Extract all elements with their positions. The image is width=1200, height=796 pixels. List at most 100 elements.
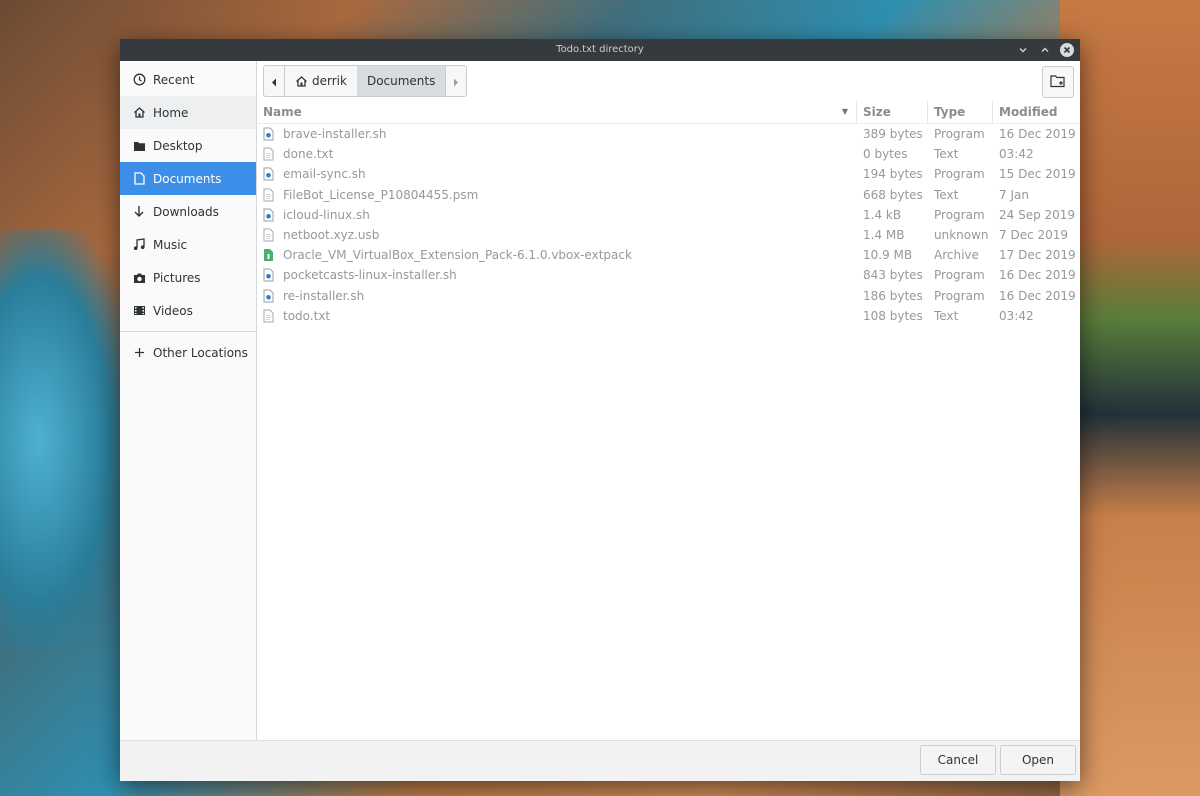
sidebar-divider [120,331,256,332]
file-type: Program [934,167,985,182]
sidebar-item-recent[interactable]: Recent [120,63,256,96]
breadcrumb: derrik Documents [263,65,468,97]
sidebar-item-label: Documents [153,171,222,186]
sidebar-item-home[interactable]: Home [120,96,256,129]
titlebar: Todo.txt directory [120,39,1080,61]
file-name: brave-installer.sh [283,127,387,142]
file-modified: 16 Dec 2019 [999,268,1076,283]
plus-icon [132,346,146,360]
file-name: re-installer.sh [283,288,365,303]
file-name-cell: done.txt [257,147,857,161]
table-row[interactable]: icloud-linux.sh 1.4 kB Program 24 Sep 2019 [257,205,1080,225]
file-name-cell: Oracle_VM_VirtualBox_Extension_Pack-6.1.… [257,248,857,262]
script-icon [263,208,275,222]
column-header-type[interactable]: Type [928,101,993,123]
breadcrumb-label: derrik [312,74,347,88]
file-size: 668 bytes [863,187,923,202]
file-type: Text [934,187,959,202]
maximize-icon[interactable] [1038,43,1052,57]
file-size: 0 bytes [863,147,908,162]
film-icon [132,304,146,318]
column-label: Name [263,105,302,119]
file-name: FileBot_License_P10804455.psm [283,187,479,202]
text-file-icon [263,309,275,323]
wallpaper-water [0,230,130,650]
file-name-cell: brave-installer.sh [257,127,857,141]
sort-down-icon: ▼ [841,107,848,116]
sidebar-item-desktop[interactable]: Desktop [120,129,256,162]
sidebar-item-other-locations[interactable]: Other Locations [120,336,256,369]
file-size: 1.4 kB [863,207,902,222]
camera-icon [132,271,146,285]
file-modified: 24 Sep 2019 [999,207,1076,222]
file-name: email-sync.sh [283,167,366,182]
places-sidebar: Recent Home Desktop Documents Downloads … [120,61,257,741]
table-row[interactable]: todo.txt 108 bytes Text 03:42 [257,306,1080,326]
new-folder-button[interactable] [1042,66,1074,98]
column-header-modified[interactable]: Modified [993,101,1079,123]
table-row[interactable]: pocketcasts-linux-installer.sh 843 bytes P… [257,265,1080,285]
window-controls [1016,39,1074,61]
minimize-icon[interactable] [1016,43,1030,57]
sidebar-item-documents[interactable]: Documents [120,162,256,195]
table-header: Name ▼ Size Type Modified [257,101,1080,124]
path-forward-button[interactable] [445,66,466,96]
column-header-name[interactable]: Name ▼ [257,101,857,123]
file-name-cell: todo.txt [257,309,857,323]
file-name-cell: email-sync.sh [257,167,857,181]
file-name-cell: FileBot_License_P10804455.psm [257,188,857,202]
path-bar: derrik Documents [257,61,1080,101]
table-row[interactable]: Oracle_VM_VirtualBox_Extension_Pack-6.1.… [257,245,1080,265]
breadcrumb-documents[interactable]: Documents [356,66,446,96]
column-label: Modified [999,105,1058,119]
folder-icon [132,139,146,153]
file-size: 108 bytes [863,308,923,323]
cancel-button[interactable]: Cancel [920,745,996,775]
file-modified: 15 Dec 2019 [999,167,1076,182]
file-type: Program [934,207,985,222]
file-name-cell: icloud-linux.sh [257,208,857,222]
table-row[interactable]: done.txt 0 bytes Text 03:42 [257,144,1080,164]
sidebar-item-music[interactable]: Music [120,228,256,261]
table-row[interactable]: re-installer.sh 186 bytes Program 16 Dec 20… [257,286,1080,306]
file-modified: 03:42 [999,308,1034,323]
file-name-cell: re-installer.sh [257,289,857,303]
breadcrumb-label: Documents [366,74,436,88]
file-size: 1.4 MB [863,228,905,243]
file-modified: 7 Jan [999,187,1029,202]
sidebar-item-label: Desktop [153,138,203,153]
chevron-right-icon [453,72,459,91]
sidebar-item-label: Videos [153,303,193,318]
breadcrumb-home[interactable]: derrik [285,66,357,96]
file-name-cell: netboot.xyz.usb [257,228,857,242]
document-icon [132,172,146,186]
wallpaper-rock [1060,0,1200,796]
music-note-icon [132,238,146,252]
archive-icon [263,248,275,262]
sidebar-item-label: Recent [153,72,195,87]
table-row[interactable]: FileBot_License_P10804455.psm 668 bytes Te… [257,185,1080,205]
file-modified: 16 Dec 2019 [999,288,1076,303]
close-icon[interactable] [1060,43,1074,57]
file-type: Program [934,268,985,283]
window-title: Todo.txt directory [556,44,644,55]
script-icon [263,127,275,141]
column-header-size[interactable]: Size [857,101,928,123]
home-icon [132,106,146,120]
table-row[interactable]: netboot.xyz.usb 1.4 MB unknown 7 Dec 2019 [257,225,1080,245]
file-size: 186 bytes [863,288,923,303]
column-label: Type [934,105,966,119]
open-button[interactable]: Open [1000,745,1076,775]
path-back-button[interactable] [264,66,285,96]
file-name: icloud-linux.sh [283,207,370,222]
file-list-pane: derrik Documents Name ▼ Size Type Modifi… [257,61,1080,741]
sidebar-item-videos[interactable]: Videos [120,294,256,327]
sidebar-item-label: Music [153,237,188,252]
file-name: todo.txt [283,308,331,323]
file-name-cell: pocketcasts-linux-installer.sh [257,268,857,282]
sidebar-item-pictures[interactable]: Pictures [120,261,256,294]
table-row[interactable]: email-sync.sh 194 bytes Program 15 Dec 2019 [257,164,1080,184]
file-size: 389 bytes [863,127,923,142]
table-row[interactable]: brave-installer.sh 389 bytes Program 16 Dec… [257,124,1080,144]
sidebar-item-downloads[interactable]: Downloads [120,195,256,228]
